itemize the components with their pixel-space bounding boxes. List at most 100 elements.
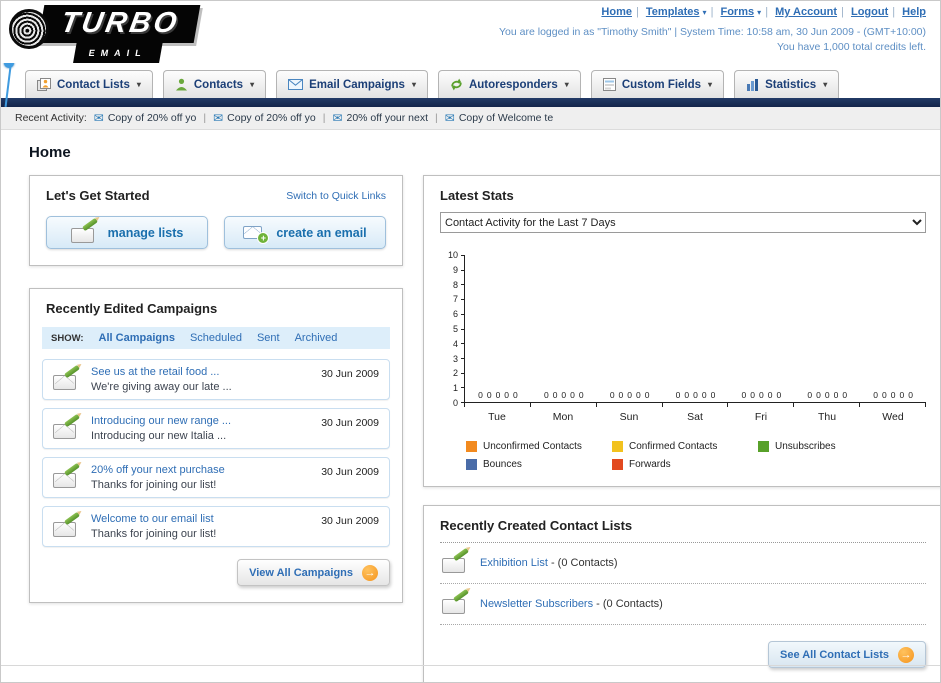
- campaign-title-link[interactable]: 20% off your next purchase: [91, 464, 311, 476]
- campaign-subtitle: Introducing our new Italia ...: [91, 430, 227, 442]
- campaign-subtitle: Thanks for joining our list!: [91, 479, 217, 491]
- recent-activity-text: Copy of 20% off yo: [227, 112, 316, 124]
- tab-label: Statistics: [765, 78, 817, 91]
- contact-list-link[interactable]: Newsletter Subscribers: [480, 598, 593, 610]
- pencil-paper-icon: [442, 588, 470, 615]
- autoresponders-icon: [450, 78, 463, 91]
- nav-my-account[interactable]: My Account: [775, 6, 837, 18]
- filter-archived[interactable]: Archived: [295, 332, 338, 344]
- manage-lists-button[interactable]: manage lists: [46, 216, 208, 249]
- footer-divider: [1, 665, 940, 666]
- get-started-title: Let's Get Started: [46, 188, 150, 203]
- envelope-plus-icon: +: [243, 225, 270, 244]
- nav-separator: |: [765, 6, 769, 18]
- latest-stats-panel: Latest Stats Contact Activity for the La…: [423, 175, 940, 487]
- tab-contact-lists[interactable]: Contact Lists ▾: [25, 70, 153, 98]
- logo[interactable]: TURBO EMAIL: [9, 5, 201, 63]
- tab-label: Autoresponders: [468, 78, 558, 91]
- tab-label: Contacts: [193, 78, 244, 91]
- see-all-contact-lists-button[interactable]: See All Contact Lists →: [767, 641, 926, 668]
- create-email-button[interactable]: + create an email: [224, 216, 386, 249]
- chart-plot: 00000000000000000000000000000000000: [461, 255, 926, 407]
- filter-scheduled[interactable]: Scheduled: [190, 332, 242, 344]
- campaign-title-link[interactable]: Welcome to our email list: [91, 513, 311, 525]
- tab-statistics[interactable]: Statistics ▾: [734, 70, 840, 98]
- logo-text: TURBO EMAIL: [37, 5, 201, 63]
- pencil-paper-icon: [442, 547, 470, 574]
- stats-chart: 10 9 8 7 6 5 4 3 2 1 0 000000000000000000000000000…: [440, 250, 926, 423]
- envelope-icon: ✉: [213, 111, 224, 125]
- tab-label: Contact Lists: [57, 78, 130, 91]
- page-title: Home: [29, 144, 71, 161]
- switch-quick-links-link[interactable]: Switch to Quick Links: [286, 190, 386, 202]
- campaign-item[interactable]: See us at the retail food ... We're givi…: [42, 359, 390, 400]
- campaign-title-link[interactable]: See us at the retail food ...: [91, 366, 311, 378]
- manage-lists-label: manage lists: [107, 225, 184, 240]
- view-all-campaigns-label: View All Campaigns: [249, 566, 353, 579]
- stats-period-select[interactable]: Contact Activity for the Last 7 Days: [440, 212, 926, 233]
- filter-all-campaigns[interactable]: All Campaigns: [99, 332, 175, 344]
- recent-activity-bar: Recent Activity: ✉ Copy of 20% off yo | ✉…: [1, 107, 940, 130]
- tab-autoresponders[interactable]: Autoresponders ▾: [437, 70, 581, 98]
- view-all-campaigns-button[interactable]: View All Campaigns →: [237, 559, 390, 586]
- tab-custom-fields[interactable]: Custom Fields ▾: [590, 70, 725, 98]
- campaign-item[interactable]: Welcome to our email list Thanks for joi…: [42, 506, 390, 547]
- envelope-icon: ✉: [444, 111, 455, 125]
- logo-word-turbo: TURBO: [58, 7, 183, 39]
- campaign-title-link[interactable]: Introducing our new range ...: [91, 415, 311, 427]
- campaign-subtitle: We're giving away our late ...: [91, 381, 232, 393]
- nav-logout[interactable]: Logout: [851, 6, 888, 18]
- chart-x-ticks: [464, 403, 926, 407]
- contact-list-item[interactable]: Newsletter Subscribers - (0 Contacts): [440, 584, 926, 625]
- campaigns-title: Recently Edited Campaigns: [46, 301, 218, 316]
- credits-status: You have 1,000 total credits left.: [776, 41, 926, 53]
- nav-forms[interactable]: Forms: [720, 6, 754, 18]
- nav-help[interactable]: Help: [902, 6, 926, 18]
- activity-separator: |: [203, 112, 207, 124]
- envelope-pencil-icon: [53, 511, 81, 538]
- campaign-item[interactable]: Introducing our new range ... Introducin…: [42, 408, 390, 449]
- chevron-down-icon: ▾: [250, 80, 255, 89]
- campaign-date: 30 Jun 2009: [321, 417, 379, 429]
- tab-email-campaigns[interactable]: Email Campaigns ▾: [276, 70, 428, 98]
- tab-contacts[interactable]: Contacts ▾: [162, 70, 267, 98]
- statistics-icon: [746, 78, 759, 91]
- recent-activity-label: Recent Activity:: [15, 112, 87, 124]
- recent-contact-lists-panel: Recently Created Contact Lists Exhibitio…: [423, 505, 940, 682]
- email-campaigns-icon: [288, 79, 304, 90]
- recent-activity-text: 20% off your next: [346, 112, 429, 124]
- campaign-filter-bar: SHOW: All Campaigns Scheduled Sent Archi…: [42, 327, 390, 349]
- activity-separator: |: [322, 112, 326, 124]
- logo-word-email: EMAIL: [87, 48, 148, 58]
- envelope-icon: ✉: [93, 111, 104, 125]
- recent-activity-text: Copy of Welcome te: [458, 112, 554, 124]
- tab-label: Custom Fields: [621, 78, 702, 91]
- contact-list-item[interactable]: Exhibition List - (0 Contacts): [440, 543, 926, 584]
- recent-activity-item[interactable]: ✉ Copy of 20% off yo: [94, 112, 197, 124]
- chevron-down-icon: ▾: [411, 80, 416, 89]
- contact-list-link[interactable]: Exhibition List: [480, 557, 548, 569]
- chevron-down-icon: ▾: [823, 80, 828, 89]
- chevron-down-icon: ▾: [708, 80, 713, 89]
- recent-activity-item[interactable]: ✉ Copy of Welcome te: [445, 112, 553, 124]
- nav-templates[interactable]: Templates: [646, 6, 700, 18]
- envelope-pencil-icon: [53, 413, 81, 440]
- recent-activity-item[interactable]: ✉ 20% off your next: [332, 112, 428, 124]
- campaign-item[interactable]: 20% off your next purchase Thanks for jo…: [42, 457, 390, 498]
- envelope-icon: ✉: [332, 111, 343, 125]
- envelope-pencil-icon: [53, 364, 81, 391]
- recent-activity-item[interactable]: ✉ Copy of 20% off yo: [213, 112, 316, 124]
- top-nav: Home | Templates ▾ | Forms ▾ | My Account | …: [499, 6, 926, 18]
- chevron-down-icon: ▾: [564, 80, 569, 89]
- nav-home[interactable]: Home: [601, 6, 632, 18]
- chevron-down-icon: ▾: [757, 8, 762, 17]
- envelope-pencil-icon: [53, 462, 81, 489]
- nav-separator: |: [841, 6, 844, 18]
- filter-sent[interactable]: Sent: [257, 332, 280, 344]
- show-label: SHOW:: [51, 332, 84, 344]
- chevron-down-icon: ▾: [702, 8, 707, 17]
- header: TURBO EMAIL Home | Templates ▾ | Forms ▾ | …: [1, 1, 940, 63]
- chart-value-groups: 00000000000000000000000000000000000: [478, 390, 913, 400]
- contact-list-count: - (0 Contacts): [596, 598, 663, 610]
- contact-lists-icon: [37, 78, 51, 91]
